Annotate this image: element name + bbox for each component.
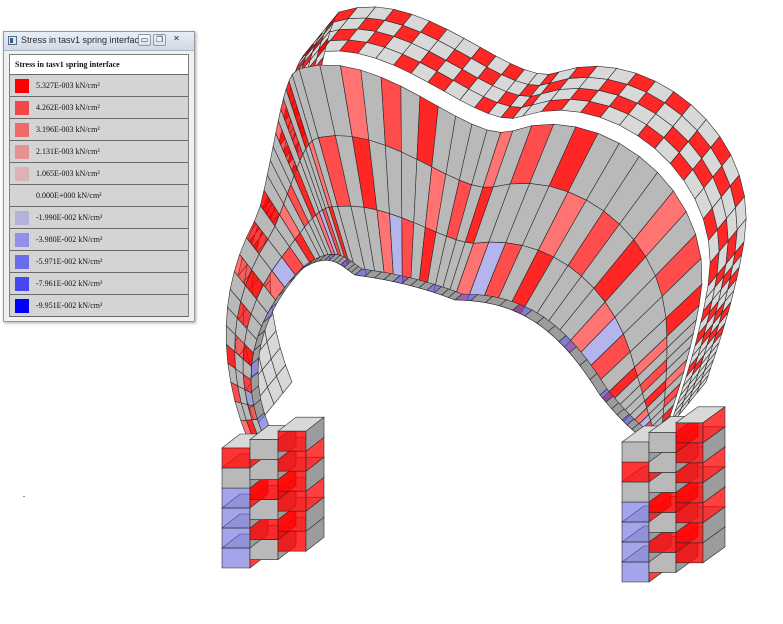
close-icon[interactable]: ✕ [170, 34, 183, 46]
left-pier [221, 416, 325, 569]
legend-row: -5.971E-002 kN/cm² [10, 251, 188, 273]
legend-row: -1.990E-002 kN/cm² [10, 207, 188, 229]
legend-row: -9.951E-002 kN/cm² [10, 295, 188, 317]
legend-row: 1.065E-003 kN/cm² [10, 163, 188, 185]
left-pier-block-face [221, 447, 251, 469]
legend-label: -3.980E-002 kN/cm² [36, 235, 103, 244]
legend-window[interactable]: Stress in tasv1 spring interface ▭ ❐ ✕ S… [3, 31, 195, 322]
left-pier-block-face [249, 439, 279, 460]
legend-row: 3.196E-003 kN/cm² [10, 119, 188, 141]
right-pier-block-face [621, 541, 650, 563]
legend-swatch [15, 167, 29, 181]
restore-icon[interactable]: ❐ [153, 34, 166, 46]
legend-swatch [15, 255, 29, 269]
left-pier-block-face [221, 547, 251, 569]
legend-panel: Stress in tasv1 spring interface 5.327E-… [9, 54, 189, 317]
legend-label: 1.065E-003 kN/cm² [36, 169, 100, 178]
app-icon [8, 36, 17, 45]
legend-label: -9.951E-002 kN/cm² [36, 301, 103, 310]
legend-label: -7.961E-002 kN/cm² [36, 279, 103, 288]
legend-row: -3.980E-002 kN/cm² [10, 229, 188, 251]
right-pier [621, 406, 726, 583]
legend-label: 2.131E-003 kN/cm² [36, 147, 100, 156]
minimize-icon[interactable]: ▭ [138, 34, 151, 46]
legend-row: 5.327E-003 kN/cm² [10, 75, 188, 97]
legend-label: 4.262E-003 kN/cm² [36, 103, 100, 112]
left-pier-block-face [221, 467, 251, 489]
legend-row: 4.262E-003 kN/cm² [10, 97, 188, 119]
legend-label: -5.971E-002 kN/cm² [36, 257, 103, 266]
legend-titlebar[interactable]: Stress in tasv1 spring interface ▭ ❐ ✕ [4, 32, 194, 51]
viewport-speck [23, 496, 25, 497]
left-pier-block-face [221, 487, 251, 509]
legend-row: 2.131E-003 kN/cm² [10, 141, 188, 163]
legend-swatch [15, 277, 29, 291]
right-pier-block-face [621, 441, 650, 463]
right-pier-block-face [621, 521, 650, 543]
right-pier-block-face [621, 481, 650, 503]
legend-header: Stress in tasv1 spring interface [10, 55, 188, 75]
legend-swatch [15, 145, 29, 159]
legend-label: -1.990E-002 kN/cm² [36, 213, 103, 222]
legend-swatch [15, 123, 29, 137]
legend-label: 5.327E-003 kN/cm² [36, 81, 100, 90]
legend-row: -7.961E-002 kN/cm² [10, 273, 188, 295]
right-pier-block-face [675, 422, 704, 444]
right-pier-block-face [621, 501, 650, 523]
left-pier-block-face [277, 430, 307, 452]
right-pier-block-face [621, 561, 650, 583]
left-pier-block-face [221, 507, 251, 529]
legend-label: 0.000E+000 kN/cm² [36, 191, 102, 200]
legend-swatch [15, 189, 29, 203]
window-title: Stress in tasv1 spring interface [21, 35, 145, 45]
legend-row: 0.000E+000 kN/cm² [10, 185, 188, 207]
voussoir-block [400, 85, 421, 160]
right-pier-block-face [648, 432, 677, 453]
left-pier-block-face [221, 527, 251, 549]
legend-swatch [15, 211, 29, 225]
legend-swatch [15, 299, 29, 313]
right-pier-block-face [621, 461, 650, 483]
legend-label: 3.196E-003 kN/cm² [36, 125, 100, 134]
legend-swatch [15, 233, 29, 247]
legend-swatch [15, 79, 29, 93]
legend-swatch [15, 101, 29, 115]
